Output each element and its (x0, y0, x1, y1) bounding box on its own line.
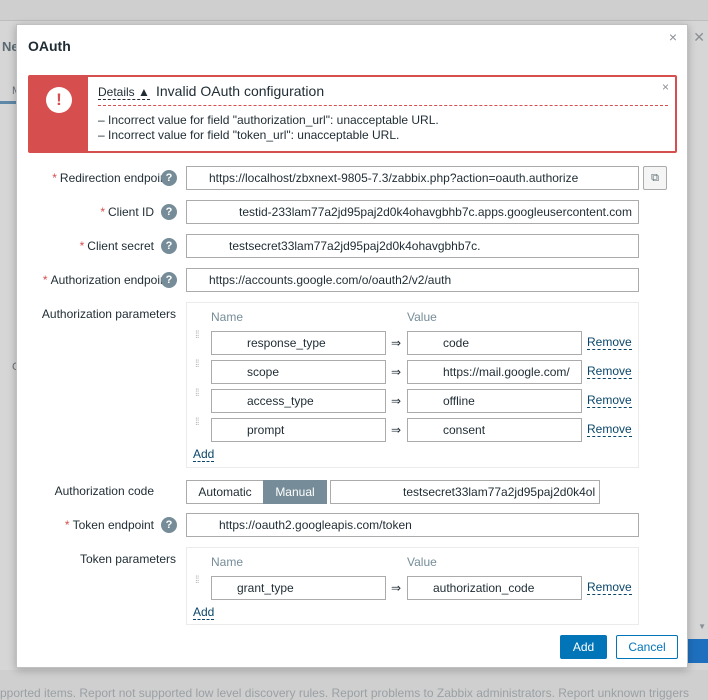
add-parameter-button[interactable]: Add (193, 448, 215, 462)
oauth-dialog: OAuth × ! Details ▲ Invalid OAuth config… (16, 24, 688, 668)
client-secret-label: * Client secret (79, 239, 154, 253)
param-name-field[interactable]: access_type (211, 389, 386, 413)
param-value-field[interactable]: authorization_code (407, 576, 582, 600)
error-separator (98, 105, 668, 106)
token-endpoint-label: * Token endpoint (64, 518, 154, 532)
error-title: Invalid OAuth configuration (156, 83, 325, 99)
authorization-parameters-table: Name Value ⁞⁞ response_type ⇒ code Remov… (186, 302, 639, 468)
client-secret-field[interactable]: testsecret33lam77a2jd95paj2d0k4ohavgbhb7… (186, 234, 639, 258)
remove-button[interactable]: Remove (587, 394, 632, 408)
help-icon[interactable]: ? (161, 204, 177, 220)
drag-handle-icon[interactable]: ⁞⁞ (195, 418, 203, 438)
arrow-icon: ⇒ (391, 365, 402, 379)
dialog-title: OAuth (28, 38, 71, 54)
authorization-endpoint-label: * Authorization endpoint (42, 273, 170, 287)
remove-button[interactable]: Remove (587, 336, 632, 350)
help-icon[interactable]: ? (161, 170, 177, 186)
copy-icon[interactable]: ⧉ (643, 166, 667, 190)
help-icon[interactable]: ? (161, 517, 177, 533)
name-column-header: Name (211, 555, 244, 569)
authorization-code-field[interactable]: testsecret33lam77a2jd95paj2d0k4ol (330, 480, 600, 504)
param-name-field[interactable]: grant_type (211, 576, 386, 600)
param-value-field[interactable]: consent (407, 418, 582, 442)
client-id-field[interactable]: testid-233lam77a2jd95paj2d0k4ohavgbhb7c.… (186, 200, 639, 224)
param-value-field[interactable]: offline (407, 389, 582, 413)
exclamation-icon: ! (46, 87, 72, 113)
redirection-endpoint-field[interactable]: https://localhost/zbxnext-9805-7.3/zabbi… (186, 166, 639, 190)
background-bottom-text: pported items. Report not supported low … (0, 686, 689, 700)
details-toggle[interactable]: Details ▲ (98, 85, 150, 100)
remove-button[interactable]: Remove (587, 581, 632, 595)
error-line: – Incorrect value for field "authorizati… (98, 113, 439, 127)
background-close-icon: ✕ (693, 29, 705, 45)
close-icon[interactable]: × (666, 30, 680, 44)
param-value-field[interactable]: code (407, 331, 582, 355)
arrow-icon: ⇒ (391, 423, 402, 437)
param-value-field[interactable]: https://mail.google.com/ (407, 360, 582, 384)
add-parameter-button[interactable]: Add (193, 606, 215, 620)
arrow-icon: ⇒ (391, 336, 402, 350)
token-parameters-label: Token parameters (79, 552, 176, 566)
help-icon[interactable]: ? (161, 272, 177, 288)
value-column-header: Value (407, 310, 437, 324)
manual-option[interactable]: Manual (263, 480, 327, 504)
automatic-option[interactable]: Automatic (186, 480, 264, 504)
help-icon[interactable]: ? (161, 238, 177, 254)
client-id-label: * Client ID (100, 205, 154, 219)
arrow-icon: ⇒ (391, 581, 402, 595)
drag-handle-icon[interactable]: ⁞⁞ (195, 331, 203, 351)
drag-handle-icon[interactable]: ⁞⁞ (195, 360, 203, 380)
error-side-panel: ! (30, 77, 88, 151)
drag-handle-icon[interactable]: ⁞⁞ (195, 389, 203, 409)
error-line: – Incorrect value for field "token_url":… (98, 128, 400, 142)
drag-handle-icon[interactable]: ⁞⁞ (195, 576, 203, 596)
token-endpoint-field[interactable]: https://oauth2.googleapis.com/token (186, 513, 639, 537)
add-button[interactable]: Add (560, 635, 607, 659)
redirection-endpoint-label: * Redirection endpoint (52, 171, 170, 185)
dismiss-icon[interactable]: × (662, 80, 669, 94)
arrow-icon: ⇒ (391, 394, 402, 408)
param-name-field[interactable]: scope (211, 360, 386, 384)
background-side-button (686, 639, 708, 663)
authorization-code-label: Authorization code (54, 484, 154, 498)
remove-button[interactable]: Remove (587, 423, 632, 437)
background-scroll-down-icon: ▼ (698, 622, 706, 631)
value-column-header: Value (407, 555, 437, 569)
remove-button[interactable]: Remove (587, 365, 632, 379)
name-column-header: Name (211, 310, 244, 324)
error-message-box: ! Details ▲ Invalid OAuth configuration … (28, 75, 677, 153)
authorization-parameters-label: Authorization parameters (41, 307, 176, 321)
param-name-field[interactable]: prompt (211, 418, 386, 442)
token-parameters-table: Name Value ⁞⁞ grant_type ⇒ authorization… (186, 547, 639, 625)
cancel-button[interactable]: Cancel (616, 635, 678, 659)
param-name-field[interactable]: response_type (211, 331, 386, 355)
authorization-endpoint-field[interactable]: https://accounts.google.com/o/oauth2/v2/… (186, 268, 639, 292)
error-details-list: – Incorrect value for field "authorizati… (98, 113, 439, 143)
